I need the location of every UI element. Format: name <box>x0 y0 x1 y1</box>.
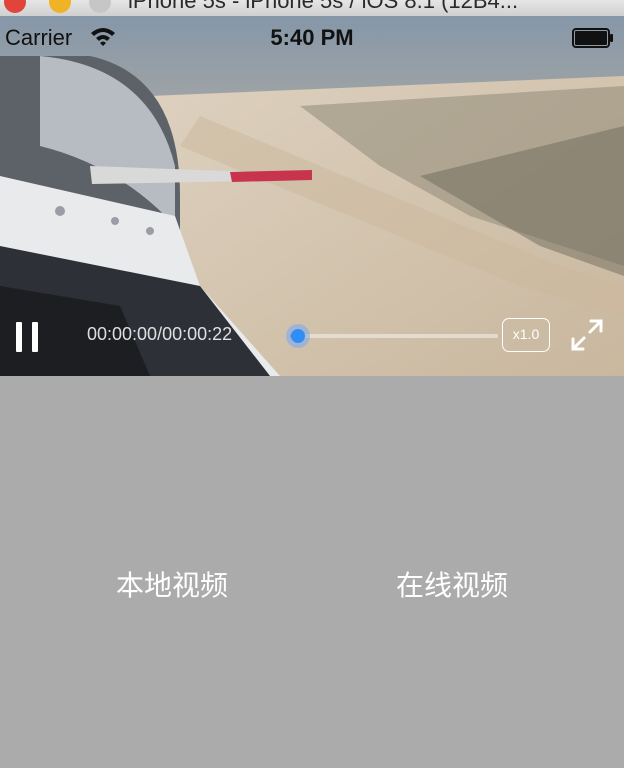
close-window-button[interactable] <box>4 0 26 13</box>
status-time: 5:40 PM <box>270 25 354 50</box>
minimize-window-button[interactable] <box>49 0 71 13</box>
pause-icon <box>32 322 38 352</box>
pause-button[interactable] <box>14 322 40 352</box>
progress-thumb[interactable] <box>291 329 305 343</box>
battery-icon <box>572 28 613 48</box>
fullscreen-icon[interactable] <box>570 318 604 352</box>
simulator-title-bar: iPhone 5s - iPhone 5s / iOS 8.1 (12B4... <box>0 0 624 16</box>
status-bar: Carrier 5:40 PM <box>0 16 624 60</box>
playback-time: 00:00:00/00:00:22 <box>87 324 233 344</box>
zoom-window-button[interactable] <box>89 0 111 13</box>
playback-rate-button[interactable]: x1.0 <box>502 318 550 352</box>
progress-slider[interactable] <box>290 334 498 338</box>
pause-icon <box>16 322 22 352</box>
online-video-button[interactable]: 在线视频 <box>352 566 552 606</box>
window-title: iPhone 5s - iPhone 5s / iOS 8.1 (12B4... <box>128 0 519 13</box>
local-video-button[interactable]: 本地视频 <box>72 566 272 606</box>
